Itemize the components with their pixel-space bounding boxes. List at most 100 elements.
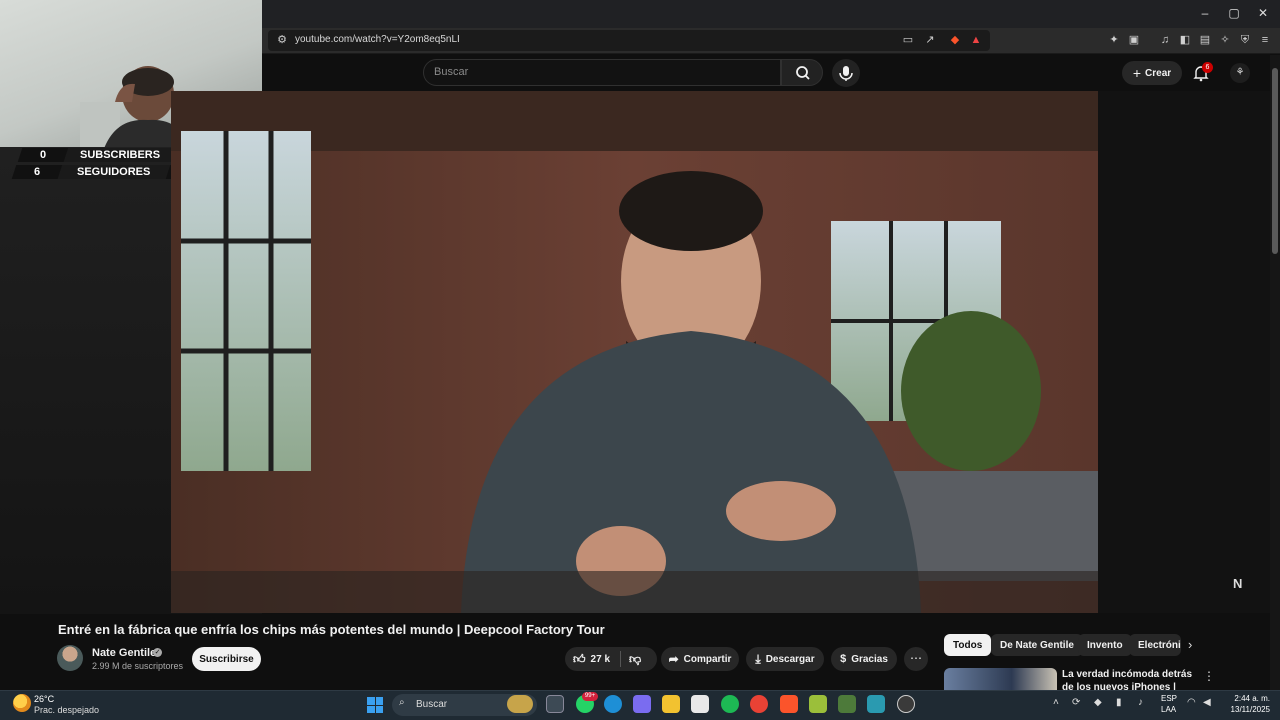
like-button[interactable]: 👍︎ 27 k	[573, 652, 610, 667]
thanks-button[interactable]: $ Gracias	[831, 647, 897, 671]
menu-icon[interactable]: ≡	[1258, 33, 1272, 47]
recommendation-thumbnail[interactable]	[944, 668, 1057, 690]
brave-icon[interactable]	[780, 695, 798, 713]
recommendation-menu-icon[interactable]: ⋮	[1203, 669, 1215, 683]
taskbar-search-icon: ⌕	[399, 697, 405, 708]
clock-time[interactable]: 2:44 a. m.	[1228, 694, 1270, 703]
search-placeholder: Buscar	[434, 66, 469, 78]
thanks-label: Gracias	[851, 653, 888, 665]
subscribe-button[interactable]: Suscribirse	[192, 647, 261, 671]
search-icon	[796, 66, 810, 80]
download-button[interactable]: ⤓ Descargar	[746, 647, 824, 671]
chip-electronics[interactable]: Electrónic	[1129, 634, 1181, 656]
cast-icon[interactable]: ▭	[901, 33, 915, 47]
more-actions-button[interactable]: ⋯	[904, 647, 928, 671]
recommendation-title[interactable]: La verdad incómoda detrás de los nuevos …	[1062, 668, 1197, 690]
voice-search-button[interactable]	[832, 59, 860, 87]
video-frame-image	[171, 91, 1098, 613]
followers-label: SEGUIDORES	[77, 166, 151, 178]
vpn-icon[interactable]: ⛨	[1238, 33, 1252, 47]
input-layout[interactable]: LAA	[1161, 705, 1176, 714]
whatsapp-badge: 99+	[582, 692, 598, 701]
tray-mic-icon[interactable]: ♪	[1138, 697, 1143, 708]
verified-icon: ✓	[153, 648, 162, 657]
sidebar-icon[interactable]: ◧	[1178, 33, 1192, 47]
taskbar-search-label: Buscar	[416, 699, 448, 710]
input-language[interactable]: ESP	[1161, 694, 1177, 703]
edge-icon[interactable]	[604, 695, 622, 713]
tray-app-icon[interactable]: ◆	[1094, 697, 1102, 708]
url-text[interactable]: youtube.com/watch?v=Y2om8eq5nLI	[295, 34, 460, 45]
store-icon[interactable]	[691, 695, 709, 713]
file-explorer-icon[interactable]	[662, 695, 680, 713]
download-icon: ⤓	[755, 651, 761, 666]
obs-icon[interactable]	[897, 695, 915, 713]
volume-icon[interactable]: ◀	[1203, 697, 1211, 708]
like-dislike-group: 👍︎ 27 k 👎︎	[565, 647, 657, 671]
share-label: Compartir	[683, 653, 732, 665]
search-button[interactable]	[781, 59, 823, 86]
subscribers-label: SUBSCRIBERS	[79, 149, 161, 161]
site-info-icon[interactable]: ⚙	[275, 33, 289, 47]
weather-description[interactable]: Prac. despejado	[34, 705, 99, 715]
minimize-icon[interactable]: –	[1195, 6, 1215, 20]
app-stack-icon[interactable]	[809, 695, 827, 713]
account-avatar[interactable]: ⚘	[1230, 63, 1250, 83]
task-view-icon[interactable]	[546, 695, 564, 713]
copilot-icon[interactable]	[633, 695, 651, 713]
video-title: Entré en la fábrica que enfría los chips…	[58, 622, 605, 637]
channel-name[interactable]: Nate Gentile	[92, 647, 156, 659]
screen: – ▢ ✕ ⚙ youtube.com/watch?v=Y2om8eq5nLI …	[0, 0, 1280, 720]
video-player[interactable]	[171, 91, 1098, 613]
start-button[interactable]	[367, 697, 383, 713]
subscribers-current: 0	[39, 149, 47, 161]
thumbs-down-icon: 👎︎	[629, 651, 642, 666]
tray-usb-icon[interactable]: ▮	[1116, 697, 1122, 708]
close-window-icon[interactable]: ✕	[1253, 6, 1273, 20]
tray-sync-icon[interactable]: ⟳	[1072, 697, 1080, 708]
more-icon: ⋯	[910, 651, 922, 665]
brave-rewards-icon[interactable]: ▲	[969, 33, 983, 47]
like-divider	[620, 651, 621, 667]
download-label: Descargar	[765, 653, 815, 665]
capcut-icon[interactable]	[867, 695, 885, 713]
plus-icon: +	[1132, 65, 1142, 81]
share-button[interactable]: ➦ Compartir	[661, 647, 739, 671]
channel-avatar[interactable]	[57, 645, 83, 671]
create-label: Crear	[1145, 67, 1172, 79]
right-background	[1098, 91, 1270, 613]
share-arrow-icon: ➦	[668, 652, 679, 666]
maximize-icon[interactable]: ▢	[1224, 6, 1244, 20]
browser-titlebar	[262, 0, 1280, 28]
clock-date[interactable]: 13/11/2025	[1218, 705, 1270, 714]
media-icon[interactable]: ♫	[1158, 33, 1172, 47]
minecraft-icon[interactable]	[838, 695, 856, 713]
thanks-icon: $	[840, 653, 847, 665]
chip-invento[interactable]: Invento	[1078, 634, 1132, 656]
extensions-icon[interactable]: ✦	[1107, 33, 1121, 47]
brave-shield-icon[interactable]: ◆	[948, 33, 962, 47]
dislike-button[interactable]: 👎︎	[629, 652, 641, 667]
leo-ai-icon[interactable]: ✧	[1218, 33, 1232, 47]
channel-watermark[interactable]: N	[1233, 576, 1242, 591]
wallet-icon[interactable]: ▤	[1198, 33, 1212, 47]
search-highlight-icon[interactable]	[507, 695, 533, 713]
share-icon[interactable]: ↗	[923, 33, 937, 47]
followers-current: 6	[33, 166, 41, 178]
weather-icon[interactable]	[13, 694, 31, 712]
weather-temperature[interactable]: 26°C	[34, 694, 54, 704]
thumbs-up-icon: 👍︎	[573, 651, 586, 666]
chip-from-channel[interactable]: De Nate Gentile	[991, 634, 1083, 656]
chevron-right-icon[interactable]: ›	[1188, 637, 1192, 652]
notification-badge: 6	[1202, 62, 1213, 73]
chrome-icon[interactable]	[750, 695, 768, 713]
create-button[interactable]: + Crear	[1122, 61, 1182, 85]
spotify-icon[interactable]	[721, 695, 739, 713]
wifi-icon[interactable]: ◠	[1187, 697, 1196, 708]
search-input[interactable]	[423, 59, 781, 86]
screenshot-icon[interactable]: ▣	[1127, 33, 1141, 47]
tray-overflow-icon[interactable]: ˄	[1053, 697, 1059, 708]
scrollbar-thumb[interactable]	[1272, 68, 1278, 254]
channel-subscriber-count: 2.99 M de suscriptores	[92, 661, 184, 671]
chip-all[interactable]: Todos	[944, 634, 992, 656]
